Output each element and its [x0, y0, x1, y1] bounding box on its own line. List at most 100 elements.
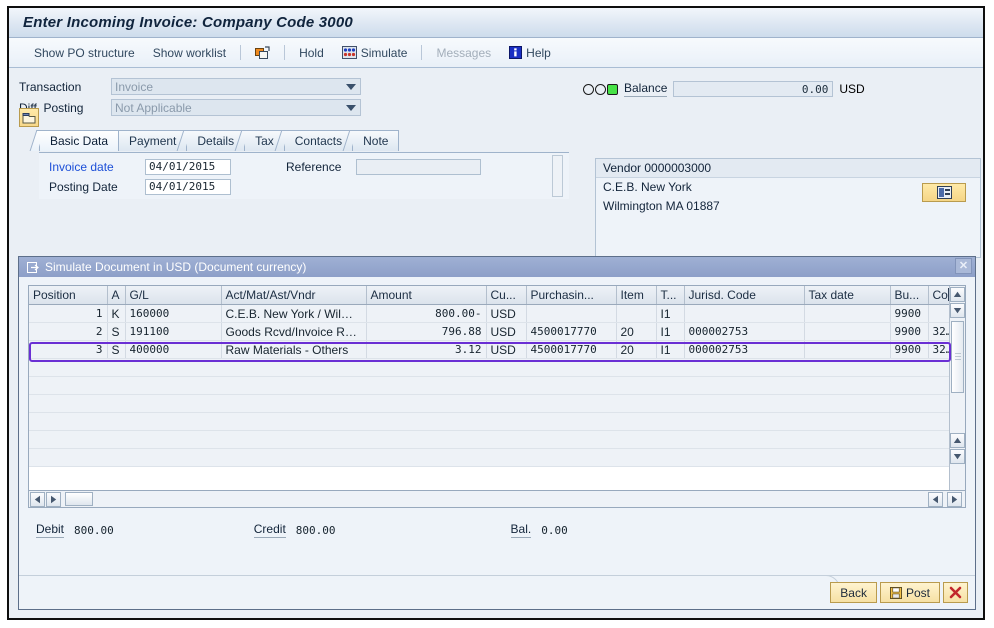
debit-label: Debit	[36, 522, 64, 538]
tab-basic-data[interactable]: Basic Data	[39, 130, 119, 151]
posting-date-label: Posting Date	[49, 180, 145, 194]
scroll-up-button-bottom[interactable]	[950, 433, 965, 448]
totals-row: Debit 800.00 Credit 800.00 Bal. 0.00	[28, 522, 966, 538]
col-gl[interactable]: G/L	[125, 286, 221, 305]
balance-currency: USD	[839, 82, 864, 96]
simulate-button[interactable]: Simulate	[333, 44, 417, 62]
hold-button[interactable]: Hold	[290, 44, 333, 62]
debit-value: 800.00	[74, 524, 114, 537]
vendor-detail-icon	[937, 186, 952, 199]
col-a[interactable]: A	[107, 286, 125, 305]
transaction-row: Transaction Invoice	[19, 78, 361, 95]
col-item[interactable]: Item	[616, 286, 656, 305]
table-row[interactable]: 3 S 400000 Raw Materials - Others 3.12 U…	[29, 341, 962, 359]
chevron-down-icon	[346, 105, 356, 111]
posting-date-row: Posting Date 04/01/2015	[49, 179, 231, 195]
scroll-down-button-bottom[interactable]	[950, 449, 965, 464]
table-row-empty[interactable]	[29, 449, 962, 467]
col-account[interactable]: Act/Mat/Ast/Vndr	[221, 286, 366, 305]
cell-a: K	[107, 305, 125, 323]
horizontal-scroll-right-group	[927, 492, 962, 507]
show-po-structure-button[interactable]: Show PO structure	[25, 44, 144, 62]
grid-horizontal-scrollbar[interactable]	[28, 491, 966, 508]
tab-panel-basic-data: Invoice date 04/01/2015 Reference Postin…	[39, 152, 569, 199]
diff-posting-select[interactable]: Not Applicable	[111, 99, 361, 116]
cell-account: C.E.B. New York / Wil…	[221, 305, 366, 323]
header-form: Transaction Invoice Diff. Posting Not Ap…	[9, 68, 983, 130]
tab-note[interactable]: Note	[352, 130, 399, 151]
dialog-icon	[27, 262, 40, 273]
show-worklist-button[interactable]: Show worklist	[144, 44, 235, 62]
footer-curve	[719, 575, 840, 590]
tab-label: Tax	[255, 134, 274, 148]
table-row[interactable]: 1 K 160000 C.E.B. New York / Wil… 800.00…	[29, 305, 962, 323]
transaction-value: Invoice	[115, 80, 153, 94]
scroll-up-button[interactable]	[950, 287, 965, 302]
invoice-date-label[interactable]: Invoice date	[49, 160, 145, 174]
scroll-down-button[interactable]	[950, 303, 965, 318]
toolbar-separator	[284, 45, 285, 60]
invoice-date-input[interactable]: 04/01/2015	[145, 159, 231, 175]
col-bu[interactable]: Bu...	[890, 286, 928, 305]
arrow-right-icon	[50, 495, 57, 504]
horizontal-scroll-thumb[interactable]	[65, 492, 93, 506]
arrow-up-icon	[953, 437, 962, 444]
table-row-empty[interactable]	[29, 377, 962, 395]
cell-amount: 3.12	[366, 341, 486, 359]
credit-value: 800.00	[296, 524, 336, 537]
col-position[interactable]: Position	[29, 286, 107, 305]
folder-icon	[22, 112, 36, 124]
tab-panel-scrollbar[interactable]	[552, 155, 563, 197]
cell-currency: USD	[486, 323, 526, 341]
table-row-empty[interactable]	[29, 395, 962, 413]
table-row-empty[interactable]	[29, 431, 962, 449]
tree-toggle-button[interactable]	[19, 108, 39, 127]
scroll-right-button[interactable]	[46, 492, 61, 507]
back-button[interactable]: Back	[830, 582, 877, 603]
scroll-thumb[interactable]	[951, 321, 964, 393]
cell-account: Raw Materials - Others	[221, 341, 366, 359]
post-button[interactable]: Post	[880, 582, 940, 603]
transaction-select[interactable]: Invoice	[111, 78, 361, 95]
vendor-detail-button[interactable]	[922, 183, 966, 202]
cell-bu: 9900	[890, 305, 928, 323]
toolbar-separator	[240, 45, 241, 60]
cell-position: 2	[29, 323, 107, 341]
col-currency[interactable]: Cu...	[486, 286, 526, 305]
table-row-empty[interactable]	[29, 359, 962, 377]
table-row[interactable]: 2 S 191100 Goods Rcvd/Invoice R… 796.88 …	[29, 323, 962, 341]
col-amount[interactable]: Amount	[366, 286, 486, 305]
cell-tax-date	[804, 323, 890, 341]
cell-position: 1	[29, 305, 107, 323]
reference-input[interactable]	[356, 159, 481, 175]
new-window-button[interactable]	[246, 44, 279, 62]
table-row-empty[interactable]	[29, 413, 962, 431]
cell-gl: 160000	[125, 305, 221, 323]
cell-purchasing: 4500017770	[526, 341, 616, 359]
scroll-left-button[interactable]	[30, 492, 45, 507]
cancel-button[interactable]	[943, 582, 968, 603]
balance-label: Balance	[624, 81, 667, 97]
grid-vertical-scrollbar[interactable]	[949, 286, 965, 490]
posting-date-input[interactable]: 04/01/2015	[145, 179, 231, 195]
col-tax-date[interactable]: Tax date	[804, 286, 890, 305]
cell-bu: 9900	[890, 323, 928, 341]
messages-button[interactable]: Messages	[427, 44, 500, 62]
cell-gl: 191100	[125, 323, 221, 341]
cancel-x-icon	[949, 586, 962, 599]
tab-label: Basic Data	[50, 134, 108, 148]
col-t[interactable]: T...	[656, 286, 684, 305]
cell-t: I1	[656, 341, 684, 359]
dialog-close-button[interactable]: ✕	[955, 258, 972, 274]
arrow-left-icon	[34, 495, 41, 504]
simulate-icon	[342, 46, 357, 59]
scroll-left-button-right[interactable]	[928, 492, 943, 507]
col-purchasing[interactable]: Purchasin...	[526, 286, 616, 305]
balance-value: 0.00	[673, 81, 833, 97]
cell-jurisd: 000002753	[684, 341, 804, 359]
help-button[interactable]: Help	[500, 44, 560, 62]
scroll-right-button-right[interactable]	[947, 492, 962, 507]
col-jurisd-code[interactable]: Jurisd. Code	[684, 286, 804, 305]
dialog-footer: Back Post	[19, 575, 975, 609]
simulation-table: Position A G/L Act/Mat/Ast/Vndr Amount C…	[29, 286, 963, 467]
